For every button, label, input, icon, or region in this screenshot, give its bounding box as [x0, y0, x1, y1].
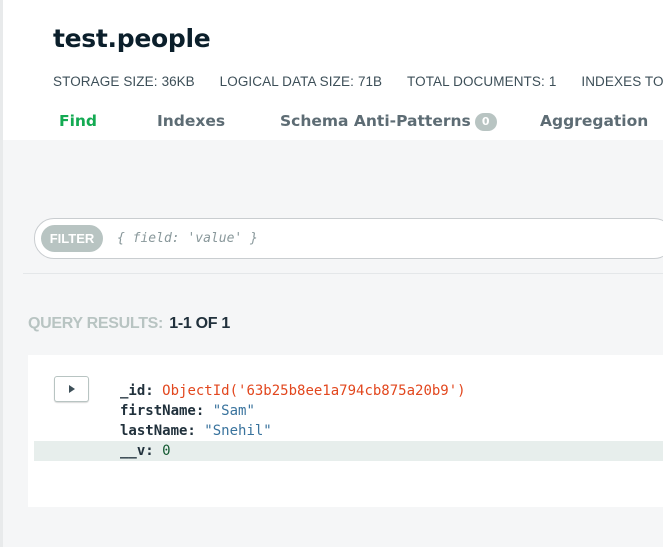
document-fields: _id: ObjectId('63b25b8ee1a794cb875a20b9'…: [28, 381, 663, 461]
stat-indexes-total: INDEXES TOTA: [581, 74, 663, 89]
document-field-lastname: lastName: "Snehil": [28, 421, 663, 441]
stat-logical-data-size: LOGICAL DATA SIZE: 71B: [220, 74, 382, 89]
document-field-v[interactable]: __v: 0: [34, 441, 663, 461]
stat-label: LOGICAL DATA SIZE:: [219, 74, 354, 89]
document-field-firstname: firstName: "Sam": [28, 401, 663, 421]
field-value: 0: [162, 443, 171, 459]
document-field-id: _id: ObjectId('63b25b8ee1a794cb875a20b9'…: [28, 381, 663, 401]
collection-stats: STORAGE SIZE: 36KB LOGICAL DATA SIZE: 71…: [53, 74, 663, 89]
collection-header: test.people STORAGE SIZE: 36KB LOGICAL D…: [3, 0, 663, 140]
stat-label: INDEXES TOTA: [581, 74, 663, 89]
field-key: lastName:: [120, 423, 196, 439]
tab-aggregation[interactable]: Aggregation: [540, 112, 648, 130]
field-key: firstName:: [120, 403, 205, 419]
tab-find[interactable]: Find: [59, 112, 97, 130]
find-panel: FILTER QUERY RESULTS: 1-1 OF 1 _id: Obje…: [3, 140, 663, 547]
stat-value: 1: [548, 74, 557, 89]
tab-label: Schema Anti-Patterns: [280, 112, 471, 130]
field-value: "Sam": [212, 403, 255, 419]
field-key: __v:: [120, 443, 154, 459]
field-value: "Snehil": [204, 423, 272, 439]
results-label: QUERY RESULTS:: [28, 315, 164, 332]
query-results-heading: QUERY RESULTS: 1-1 OF 1: [28, 315, 230, 333]
stat-label: STORAGE SIZE:: [53, 74, 158, 89]
filter-label: FILTER: [41, 225, 103, 252]
stat-value: 71B: [357, 74, 382, 89]
collection-title: test.people: [53, 24, 211, 53]
field-value: ObjectId('63b25b8ee1a794cb875a20b9'): [162, 383, 466, 399]
results-count: 1-1 OF 1: [169, 315, 230, 332]
filter-bar: FILTER: [34, 218, 663, 259]
field-key: _id:: [120, 383, 154, 399]
anti-pattern-count-badge: 0: [474, 113, 497, 131]
filter-input[interactable]: [117, 224, 517, 253]
stat-label: TOTAL DOCUMENTS:: [406, 74, 545, 89]
stat-total-documents: TOTAL DOCUMENTS: 1: [407, 74, 556, 89]
divider: [23, 273, 663, 274]
tab-schema-anti-patterns[interactable]: Schema Anti-Patterns 0: [280, 112, 497, 131]
document-card: _id: ObjectId('63b25b8ee1a794cb875a20b9'…: [28, 355, 663, 507]
stat-storage-size: STORAGE SIZE: 36KB: [53, 74, 195, 89]
stat-value: 36KB: [161, 74, 195, 89]
tab-indexes[interactable]: Indexes: [157, 112, 225, 130]
